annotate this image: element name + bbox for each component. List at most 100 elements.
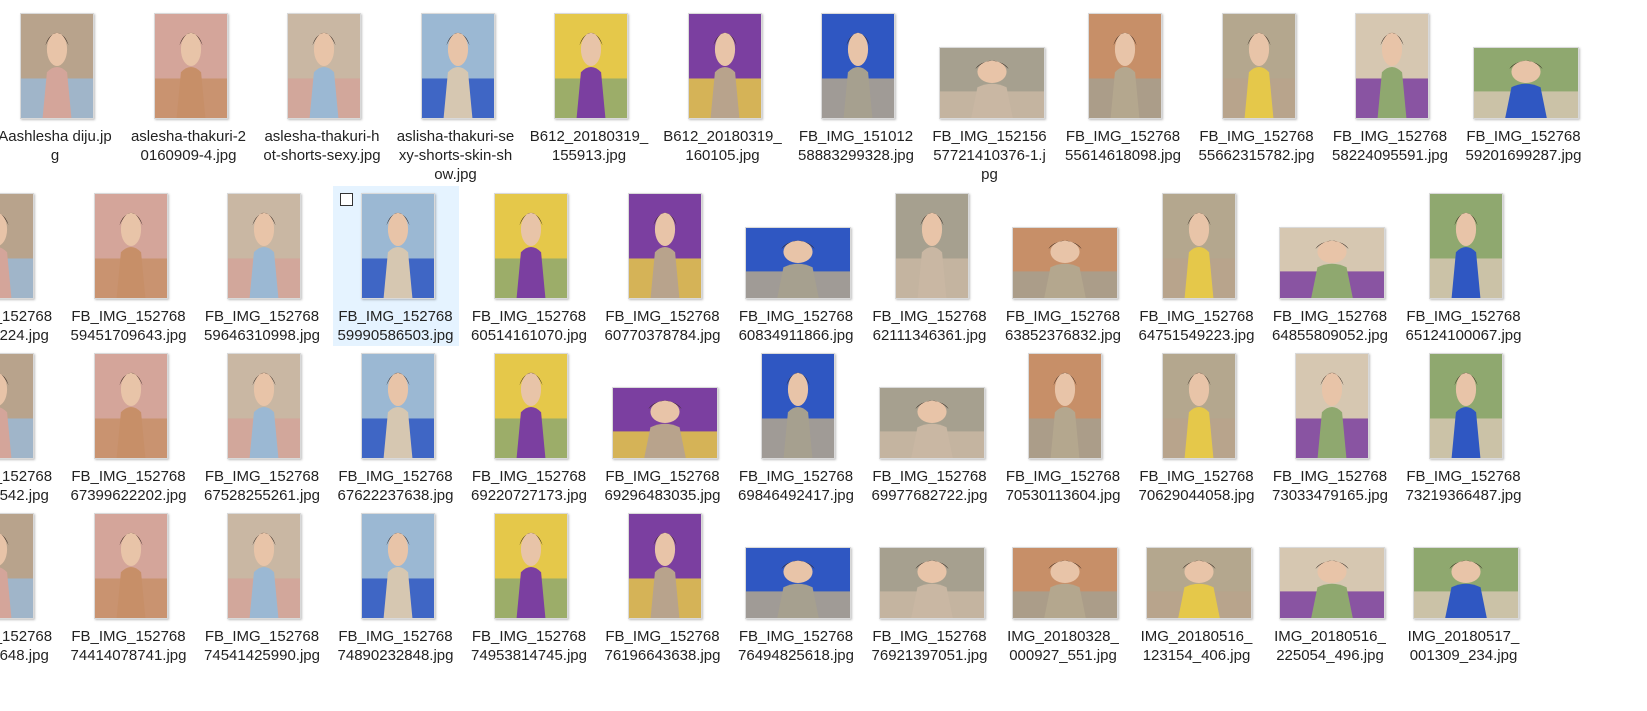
file-tile[interactable]: FB_IMG_15276862111346361.jpg xyxy=(867,186,993,346)
file-tile[interactable]: FB_IMG_15276869296483035.jpg xyxy=(600,346,726,506)
portrait-photo-thumbnail[interactable] xyxy=(93,513,168,619)
file-tile[interactable]: FB_IMG_15276874541425990.jpg xyxy=(199,506,325,666)
file-tile[interactable]: FB_IMG_15276876921397051.jpg xyxy=(867,506,993,666)
landscape-photo-thumbnail[interactable] xyxy=(1412,547,1519,619)
selection-checkbox[interactable] xyxy=(339,193,353,206)
file-tile[interactable]: aslesha-thakuri-hot-shorts-sexy.jpg xyxy=(259,6,385,166)
file-name-label: FB_IMG_15276864751549223.jpg xyxy=(1138,308,1255,344)
file-tile[interactable]: FB_IMG_15276859451709643.jpg xyxy=(66,186,192,346)
file-tile[interactable]: FB_IMG_15276860514161070.jpg xyxy=(466,186,592,346)
landscape-photo-thumbnail[interactable] xyxy=(938,47,1045,119)
file-tile[interactable]: FB_IMG_15276859201699287.jpg xyxy=(1461,6,1587,166)
file-tile[interactable]: FB_IMG_15276874414078741.jpg xyxy=(66,506,192,666)
file-tile[interactable]: FB_IMG_1527687468829648.jpg xyxy=(0,506,58,666)
landscape-photo-thumbnail[interactable] xyxy=(1279,227,1385,299)
file-tile[interactable]: FB_IMG_15276869220727173.jpg xyxy=(466,346,592,506)
portrait-photo-thumbnail[interactable] xyxy=(93,353,168,459)
file-tile[interactable]: FB_IMG_15276867399622202.jpg xyxy=(66,346,192,506)
portrait-photo-thumbnail[interactable] xyxy=(0,513,34,619)
portrait-photo-thumbnail[interactable] xyxy=(0,353,34,459)
file-tile[interactable]: IMG_20180517_001309_234.jpg xyxy=(1401,506,1527,666)
portrait-photo-thumbnail[interactable] xyxy=(1221,13,1296,119)
landscape-photo-thumbnail[interactable] xyxy=(1012,547,1118,619)
portrait-photo-thumbnail[interactable] xyxy=(1428,353,1503,459)
portrait-photo-thumbnail[interactable] xyxy=(821,13,895,119)
portrait-photo-thumbnail[interactable] xyxy=(1161,353,1236,459)
file-tile[interactable]: FB_IMG_15215657721410376-1.jpg xyxy=(927,6,1053,183)
landscape-photo-thumbnail[interactable] xyxy=(1145,547,1252,619)
landscape-photo-thumbnail[interactable] xyxy=(878,387,985,459)
file-tile[interactable]: FB_IMG_15276869977682722.jpg xyxy=(867,346,993,506)
file-tile[interactable]: FB_IMG_15276867528255261.jpg xyxy=(199,346,325,506)
file-tile[interactable]: IMG_20180516_123154_406.jpg xyxy=(1134,506,1260,666)
landscape-photo-thumbnail[interactable] xyxy=(611,387,718,459)
file-tile[interactable]: B612_20180319_160105.jpg xyxy=(660,6,786,166)
portrait-photo-thumbnail[interactable] xyxy=(627,193,702,299)
portrait-photo-thumbnail[interactable] xyxy=(420,13,495,119)
file-tile[interactable]: FB_IMG_15276859646310998.jpg xyxy=(199,186,325,346)
file-tile[interactable]: aslisha-thakuri-sexy-shorts-skin-show.jp… xyxy=(393,6,519,183)
landscape-photo-thumbnail[interactable] xyxy=(745,227,851,299)
file-tile[interactable]: FB_IMG_15276870530113604.jpg xyxy=(1000,346,1126,506)
file-tile[interactable]: FB_IMG_1527685289448224.jpg xyxy=(0,186,58,346)
file-tile[interactable]: B612_20180319_155913.jpg xyxy=(526,6,652,166)
file-tile[interactable]: IMG_20180516_225054_496.jpg xyxy=(1267,506,1393,666)
file-tile[interactable]: FB_IMG_15276859990586503.jpg xyxy=(332,186,459,346)
portrait-photo-thumbnail[interactable] xyxy=(894,193,969,299)
landscape-photo-thumbnail[interactable] xyxy=(745,547,851,619)
file-name-label: Aashlesha diju.jpg xyxy=(0,128,112,164)
portrait-photo-thumbnail[interactable] xyxy=(1028,353,1102,459)
file-tile[interactable]: FB_IMG_15276874890232848.jpg xyxy=(333,506,459,666)
portrait-photo-thumbnail[interactable] xyxy=(93,193,168,299)
portrait-photo-thumbnail[interactable] xyxy=(554,13,628,119)
file-name-label: FB_IMG_15276859451709643.jpg xyxy=(70,308,187,344)
file-tile[interactable]: IMG_20180328_000927_551.jpg xyxy=(1000,506,1126,666)
portrait-photo-thumbnail[interactable] xyxy=(494,513,568,619)
portrait-photo-thumbnail[interactable] xyxy=(1295,353,1369,459)
portrait-photo-thumbnail[interactable] xyxy=(360,353,435,459)
file-tile[interactable]: FB_IMG_15276864855809052.jpg xyxy=(1267,186,1393,346)
file-tile[interactable]: FB_IMG_1527686239626542.jpg xyxy=(0,346,58,506)
portrait-photo-thumbnail[interactable] xyxy=(360,193,435,299)
landscape-photo-thumbnail[interactable] xyxy=(878,547,985,619)
file-tile[interactable]: FB_IMG_15276855662315782.jpg xyxy=(1194,6,1320,166)
portrait-photo-thumbnail[interactable] xyxy=(627,513,702,619)
file-tile[interactable]: FB_IMG_15276870629044058.jpg xyxy=(1134,346,1260,506)
file-tile[interactable]: FB_IMG_15101258883299328.jpg xyxy=(793,6,919,166)
file-tile[interactable]: FB_IMG_15276864751549223.jpg xyxy=(1134,186,1260,346)
portrait-photo-thumbnail[interactable] xyxy=(287,13,361,119)
file-tile[interactable]: FB_IMG_15276865124100067.jpg xyxy=(1401,186,1527,346)
file-tile[interactable]: FB_IMG_15276860770378784.jpg xyxy=(600,186,726,346)
file-tile[interactable]: FB_IMG_15276876494825618.jpg xyxy=(733,506,859,666)
portrait-photo-thumbnail[interactable] xyxy=(494,353,568,459)
file-tile[interactable]: Aashlesha diju.jpg xyxy=(0,6,118,166)
file-tile[interactable]: FB_IMG_15276860834911866.jpg xyxy=(733,186,859,346)
portrait-photo-thumbnail[interactable] xyxy=(360,513,435,619)
portrait-photo-thumbnail[interactable] xyxy=(1088,13,1162,119)
portrait-photo-thumbnail[interactable] xyxy=(687,13,762,119)
landscape-photo-thumbnail[interactable] xyxy=(1472,47,1579,119)
file-tile[interactable]: FB_IMG_15276876196643638.jpg xyxy=(600,506,726,666)
portrait-photo-thumbnail[interactable] xyxy=(20,13,94,119)
portrait-photo-thumbnail[interactable] xyxy=(153,13,228,119)
file-tile[interactable]: FB_IMG_15276867622237638.jpg xyxy=(333,346,459,506)
file-tile[interactable]: FB_IMG_15276869846492417.jpg xyxy=(733,346,859,506)
portrait-photo-thumbnail[interactable] xyxy=(494,193,568,299)
file-tile[interactable]: FB_IMG_15276873219366487.jpg xyxy=(1401,346,1527,506)
file-tile[interactable]: FB_IMG_15276863852376832.jpg xyxy=(1000,186,1126,346)
portrait-photo-thumbnail[interactable] xyxy=(227,193,301,299)
portrait-photo-thumbnail[interactable] xyxy=(761,353,835,459)
file-tile[interactable]: FB_IMG_15276874953814745.jpg xyxy=(466,506,592,666)
landscape-photo-thumbnail[interactable] xyxy=(1279,547,1385,619)
portrait-photo-thumbnail[interactable] xyxy=(1161,193,1236,299)
portrait-photo-thumbnail[interactable] xyxy=(1428,193,1503,299)
file-tile[interactable]: FB_IMG_15276855614618098.jpg xyxy=(1060,6,1186,166)
file-tile[interactable]: aslesha-thakuri-20160909-4.jpg xyxy=(126,6,252,166)
portrait-photo-thumbnail[interactable] xyxy=(1355,13,1429,119)
portrait-photo-thumbnail[interactable] xyxy=(227,353,301,459)
portrait-photo-thumbnail[interactable] xyxy=(227,513,301,619)
file-tile[interactable]: FB_IMG_15276873033479165.jpg xyxy=(1267,346,1393,506)
portrait-photo-thumbnail[interactable] xyxy=(0,193,34,299)
landscape-photo-thumbnail[interactable] xyxy=(1012,227,1118,299)
file-tile[interactable]: FB_IMG_15276858224095591.jpg xyxy=(1327,6,1453,166)
